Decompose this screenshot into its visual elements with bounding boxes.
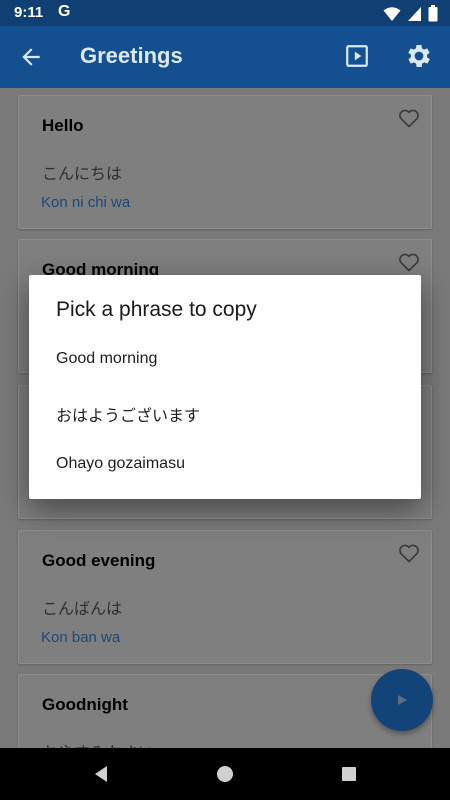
phrase-japanese: こんにちは bbox=[42, 164, 123, 183]
heart-icon[interactable] bbox=[397, 250, 421, 274]
dialog-option-japanese[interactable]: おはようございます bbox=[56, 402, 200, 426]
play-icon bbox=[398, 695, 407, 705]
status-bar: 9:11 G bbox=[0, 0, 450, 26]
heart-icon[interactable] bbox=[397, 541, 421, 565]
home-circle-icon[interactable] bbox=[213, 762, 237, 786]
phrase-english: Hello bbox=[42, 116, 84, 135]
status-icons bbox=[383, 5, 438, 22]
play-fab[interactable] bbox=[371, 669, 433, 731]
status-time: 9:11 bbox=[14, 4, 44, 21]
arrow-back-icon[interactable] bbox=[18, 44, 44, 70]
wifi-icon bbox=[383, 6, 401, 21]
app-bar: Greetings bbox=[0, 26, 450, 88]
heart-icon[interactable] bbox=[397, 106, 421, 130]
phrase-english: Goodnight bbox=[42, 695, 128, 714]
google-icon: G bbox=[58, 3, 71, 20]
dialog-option-romaji[interactable]: Ohayo gozaimasu bbox=[56, 455, 185, 473]
phrase-romaji: Kon ban wa bbox=[41, 629, 121, 646]
phrase-card[interactable]: Good evening こんばんは Kon ban wa bbox=[18, 530, 432, 664]
page-title: Greetings bbox=[80, 43, 183, 68]
phrase-card[interactable]: Goodnight おやすみなさい bbox=[18, 674, 432, 748]
phrase-japanese: こんばんは bbox=[42, 599, 123, 618]
cell-signal-icon bbox=[408, 6, 421, 21]
copy-phrase-dialog: Pick a phrase to copy Good morning おはようご… bbox=[29, 275, 421, 499]
system-nav-bar bbox=[0, 748, 450, 800]
dialog-option-english[interactable]: Good morning bbox=[56, 350, 157, 368]
phrase-english: Good evening bbox=[42, 551, 156, 570]
play-box-icon[interactable] bbox=[344, 43, 370, 69]
phrase-japanese: おやすみなさい bbox=[42, 739, 154, 748]
phrase-romaji: Kon ni chi wa bbox=[41, 194, 131, 211]
phrase-card[interactable]: Hello こんにちは Kon ni chi wa bbox=[18, 95, 432, 229]
dialog-title: Pick a phrase to copy bbox=[56, 298, 257, 321]
back-triangle-icon[interactable] bbox=[89, 762, 113, 786]
gear-icon[interactable] bbox=[404, 41, 434, 71]
recents-square-icon[interactable] bbox=[337, 762, 361, 786]
battery-icon bbox=[428, 5, 438, 22]
